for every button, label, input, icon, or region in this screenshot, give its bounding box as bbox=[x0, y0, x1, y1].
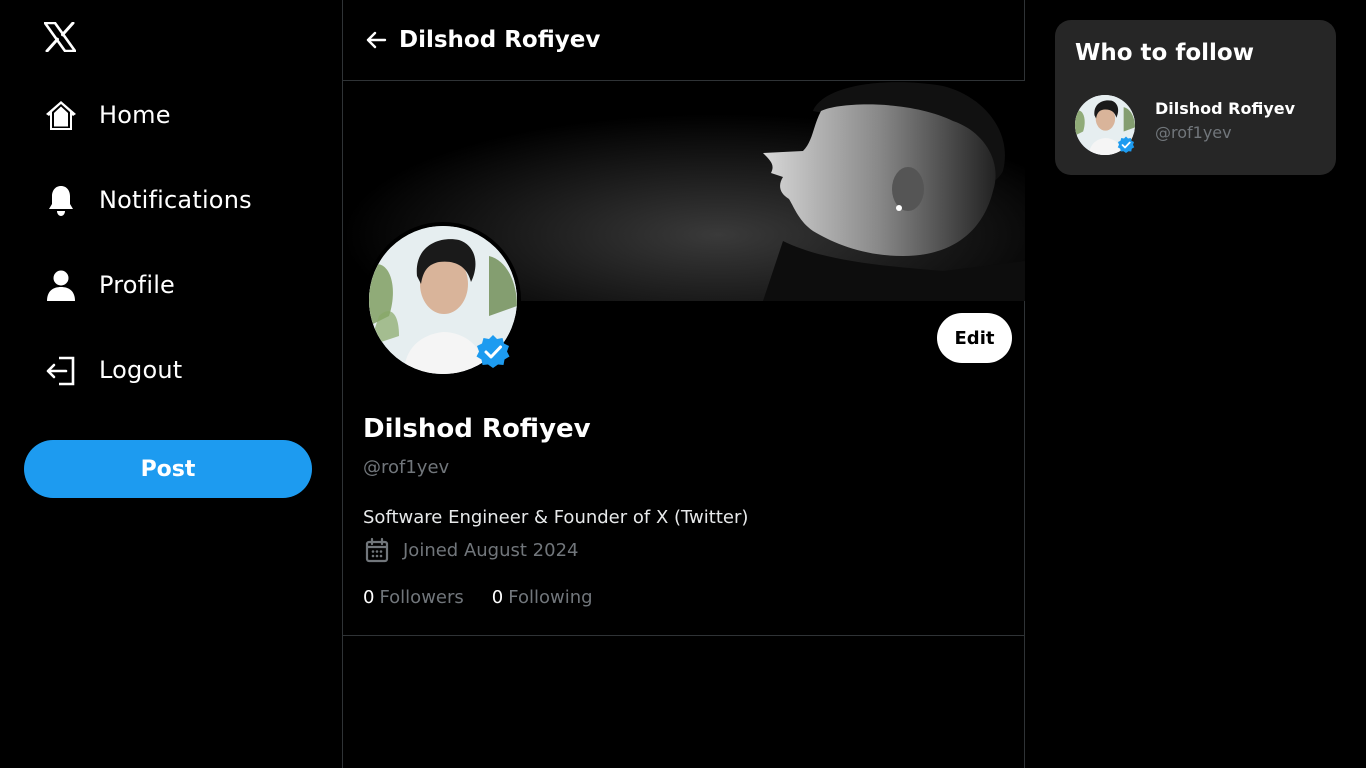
suggested-user-info: Dilshod Rofiyev @rof1yev bbox=[1155, 99, 1295, 155]
who-to-follow-card: Who to follow Dilshod Rofiyev @rof1yev bbox=[1055, 20, 1336, 175]
profile-bio: Software Engineer & Founder of X (Twitte… bbox=[363, 507, 749, 528]
sidebar-item-profile[interactable]: Profile bbox=[44, 265, 175, 305]
sidebar-item-notifications[interactable]: Notifications bbox=[44, 180, 252, 220]
profile-handle: @rof1yev bbox=[363, 457, 450, 478]
post-button[interactable]: Post bbox=[24, 440, 312, 498]
following-label: Following bbox=[508, 587, 593, 608]
sidebar-item-label: Logout bbox=[99, 356, 183, 384]
following-count: 0 bbox=[491, 587, 504, 608]
followers-label: Followers bbox=[379, 587, 464, 608]
sidebar-item-logout[interactable]: Logout bbox=[44, 350, 182, 390]
joined-text: Joined August 2024 bbox=[403, 539, 579, 561]
edit-profile-button[interactable]: Edit bbox=[937, 313, 1012, 363]
who-to-follow-title: Who to follow bbox=[1075, 40, 1254, 66]
bell-icon bbox=[44, 183, 78, 217]
home-icon bbox=[44, 98, 78, 132]
followers-count: 0 bbox=[363, 587, 375, 608]
sidebar-item-label: Notifications bbox=[99, 186, 252, 214]
calendar-icon bbox=[363, 536, 391, 564]
logout-icon bbox=[44, 353, 78, 387]
user-icon bbox=[44, 268, 78, 302]
suggested-user-handle: @rof1yev bbox=[1155, 123, 1232, 142]
verified-badge-icon bbox=[475, 334, 511, 370]
suggested-user-name: Dilshod Rofiyev bbox=[1155, 99, 1296, 118]
x-logo-icon[interactable] bbox=[43, 21, 77, 53]
sidebar: Home Notifications Profile Logout Post bbox=[0, 0, 342, 768]
followers-link[interactable]: 0 Followers bbox=[363, 587, 464, 608]
page-header: Dilshod Rofiyev bbox=[343, 0, 1024, 81]
main-column: Dilshod Rofiyev Edit Dilshod Rofiyev @ro… bbox=[342, 0, 1025, 768]
arrow-left-icon[interactable] bbox=[365, 29, 387, 51]
profile-name: Dilshod Rofiyev bbox=[363, 414, 591, 444]
joined-date: Joined August 2024 bbox=[363, 536, 578, 564]
verified-badge-icon bbox=[1117, 136, 1135, 154]
sidebar-item-label: Home bbox=[99, 101, 171, 129]
divider bbox=[343, 635, 1025, 636]
sidebar-item-home[interactable]: Home bbox=[44, 95, 171, 135]
suggested-user[interactable]: Dilshod Rofiyev @rof1yev bbox=[1075, 95, 1295, 155]
following-link[interactable]: 0 Following bbox=[492, 587, 593, 608]
follow-stats: 0 Followers 0 Following bbox=[363, 587, 593, 608]
page-title: Dilshod Rofiyev bbox=[399, 27, 601, 53]
sidebar-item-label: Profile bbox=[99, 271, 176, 299]
